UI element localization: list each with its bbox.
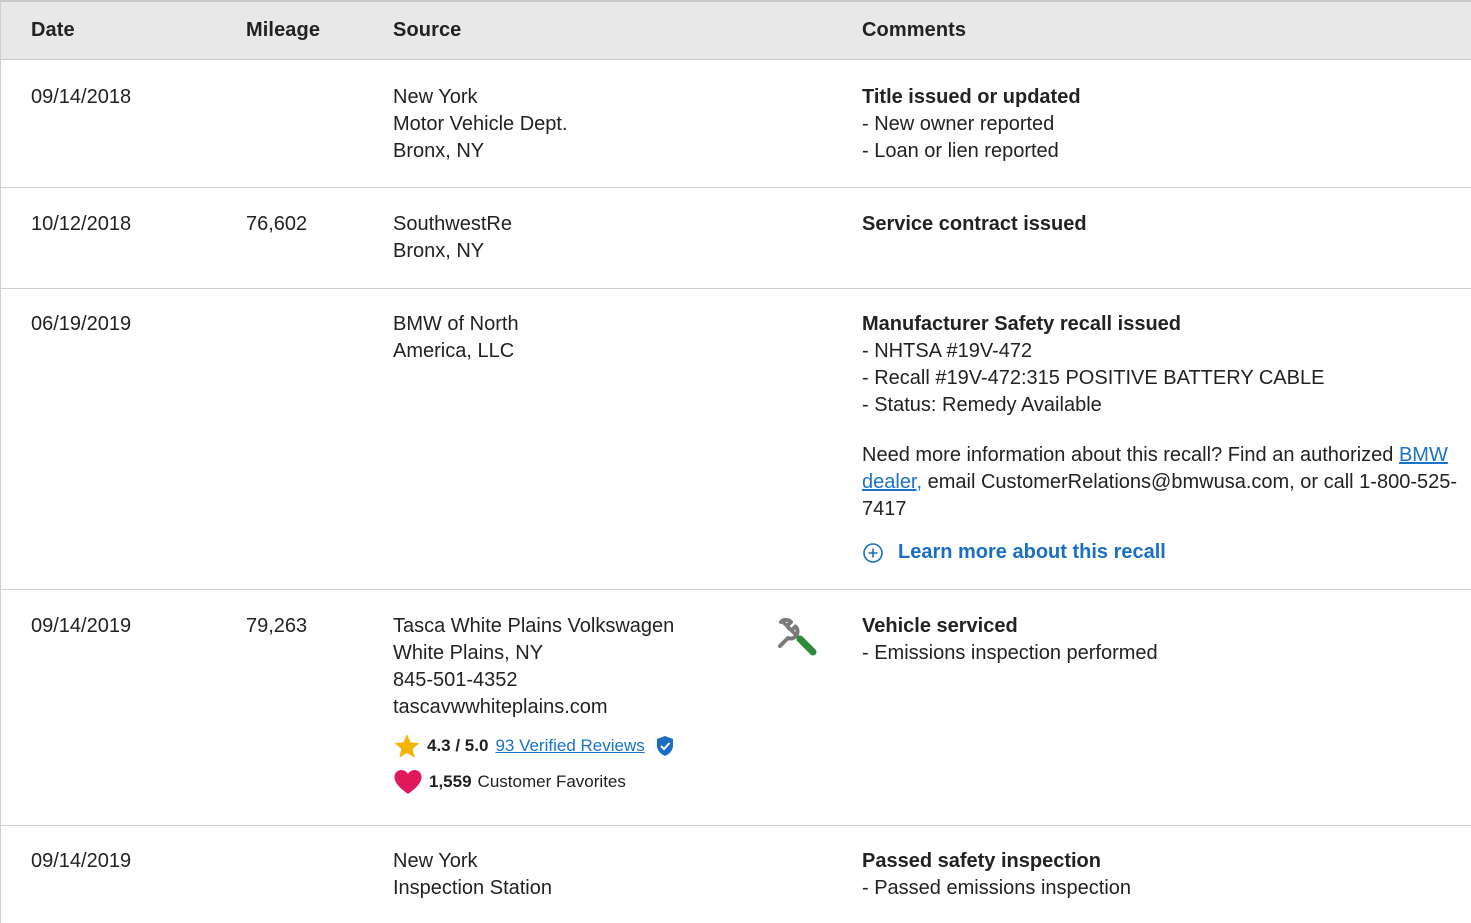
dealer-name-link[interactable]: Tasca White Plains Volkswagen bbox=[393, 613, 674, 640]
customer-favorites: 1,559 Customer Favorites bbox=[393, 768, 626, 796]
learn-more-label: Learn more about this recall bbox=[898, 541, 1166, 563]
source-line: America, LLC bbox=[393, 340, 515, 362]
mileage-cell: 79,263 bbox=[246, 615, 308, 637]
plus-circle-icon bbox=[863, 542, 883, 563]
table-header: Date Mileage Source Comments bbox=[1, 0, 1471, 60]
comment-item: Emissions inspection performed bbox=[862, 640, 1462, 667]
comment-title: Passed safety inspection bbox=[862, 850, 1101, 872]
recall-info-text: Need more information about this recall?… bbox=[862, 442, 1462, 523]
comment-title: Vehicle serviced bbox=[862, 615, 1018, 637]
comment-item: Recall #19V-472:315 POSITIVE BATTERY CAB… bbox=[862, 365, 1462, 392]
source-line: 845-501-4352 bbox=[393, 669, 518, 691]
table-row: 10/12/2018 76,602 SouthwestRe Bronx, NY … bbox=[1, 188, 1471, 289]
dealer-rating: 4.3 / 5.0 93 Verified Reviews bbox=[393, 732, 675, 760]
source-line: Motor Vehicle Dept. bbox=[393, 113, 568, 135]
comments-cell: Title issued or updated New owner report… bbox=[862, 84, 1462, 165]
source-line: Bronx, NY bbox=[393, 140, 485, 162]
source-line: SouthwestRe bbox=[393, 213, 512, 235]
recall-info-pre: Need more information about this recall?… bbox=[862, 444, 1399, 466]
comment-item: NHTSA #19V-472 bbox=[862, 338, 1462, 365]
date-cell: 09/14/2019 bbox=[31, 850, 132, 872]
source-line: New York bbox=[393, 850, 478, 872]
source-line: Inspection Station bbox=[393, 877, 552, 899]
table-row: 09/14/2019 New York Inspection Station P… bbox=[1, 826, 1471, 923]
comment-title: Title issued or updated bbox=[862, 86, 1081, 108]
comments-cell: Vehicle serviced Emissions inspection pe… bbox=[862, 613, 1462, 667]
comment-item: Loan or lien reported bbox=[862, 138, 1462, 165]
date-cell: 06/19/2019 bbox=[31, 313, 132, 335]
source-line: White Plains, NY bbox=[393, 642, 544, 664]
comment-title: Manufacturer Safety recall issued bbox=[862, 313, 1182, 335]
comments-cell: Service contract issued bbox=[862, 211, 1462, 238]
source-cell: New York Inspection Station bbox=[393, 848, 552, 902]
header-comments: Comments bbox=[862, 19, 967, 41]
date-cell: 09/14/2018 bbox=[31, 86, 132, 108]
header-date: Date bbox=[31, 19, 75, 41]
source-cell: New York Motor Vehicle Dept. Bronx, NY bbox=[393, 84, 568, 165]
header-source: Source bbox=[393, 19, 462, 41]
source-cell: BMW of North America, LLC bbox=[393, 311, 519, 365]
source-line: New York bbox=[393, 86, 478, 108]
recall-info-post: email CustomerRelations@bmwusa.com, or c… bbox=[862, 471, 1458, 520]
tools-icon bbox=[778, 617, 817, 656]
vehicle-history-table: Date Mileage Source Comments 09/14/2018 … bbox=[0, 0, 1471, 923]
comments-cell: Passed safety inspection Passed emission… bbox=[862, 848, 1462, 902]
source-line: BMW of North bbox=[393, 313, 519, 335]
comment-title: Service contract issued bbox=[862, 213, 1087, 235]
header-mileage: Mileage bbox=[246, 19, 321, 41]
comment-item: Passed emissions inspection bbox=[862, 875, 1462, 902]
date-cell: 10/12/2018 bbox=[31, 213, 132, 235]
source-cell: Tasca White Plains Volkswagen White Plai… bbox=[393, 613, 674, 721]
date-cell: 09/14/2019 bbox=[31, 615, 132, 637]
source-cell: SouthwestRe Bronx, NY bbox=[393, 211, 512, 265]
learn-more-recall-link[interactable]: Learn more about this recall bbox=[862, 539, 1462, 566]
verified-reviews-link[interactable]: 93 Verified Reviews bbox=[495, 736, 644, 756]
heart-icon bbox=[394, 770, 422, 794]
table-row: 09/14/2019 79,263 Tasca White Plains Vol… bbox=[1, 590, 1471, 826]
verified-badge-icon bbox=[656, 736, 673, 756]
source-line: Bronx, NY bbox=[393, 240, 485, 262]
favorites-label: Customer Favorites bbox=[477, 772, 626, 791]
star-icon bbox=[394, 734, 420, 758]
rating-value: 4.3 / 5.0 bbox=[427, 736, 489, 755]
comment-item: New owner reported bbox=[862, 111, 1462, 138]
source-line: tascavwwhiteplains.com bbox=[393, 696, 608, 718]
comment-item: Status: Remedy Available bbox=[862, 392, 1462, 419]
table-row: 06/19/2019 BMW of North America, LLC Man… bbox=[1, 289, 1471, 590]
favorites-count: 1,559 bbox=[429, 772, 472, 791]
comments-cell: Manufacturer Safety recall issued NHTSA … bbox=[862, 311, 1462, 566]
mileage-cell: 76,602 bbox=[246, 213, 308, 235]
table-row: 09/14/2018 New York Motor Vehicle Dept. … bbox=[1, 60, 1471, 188]
